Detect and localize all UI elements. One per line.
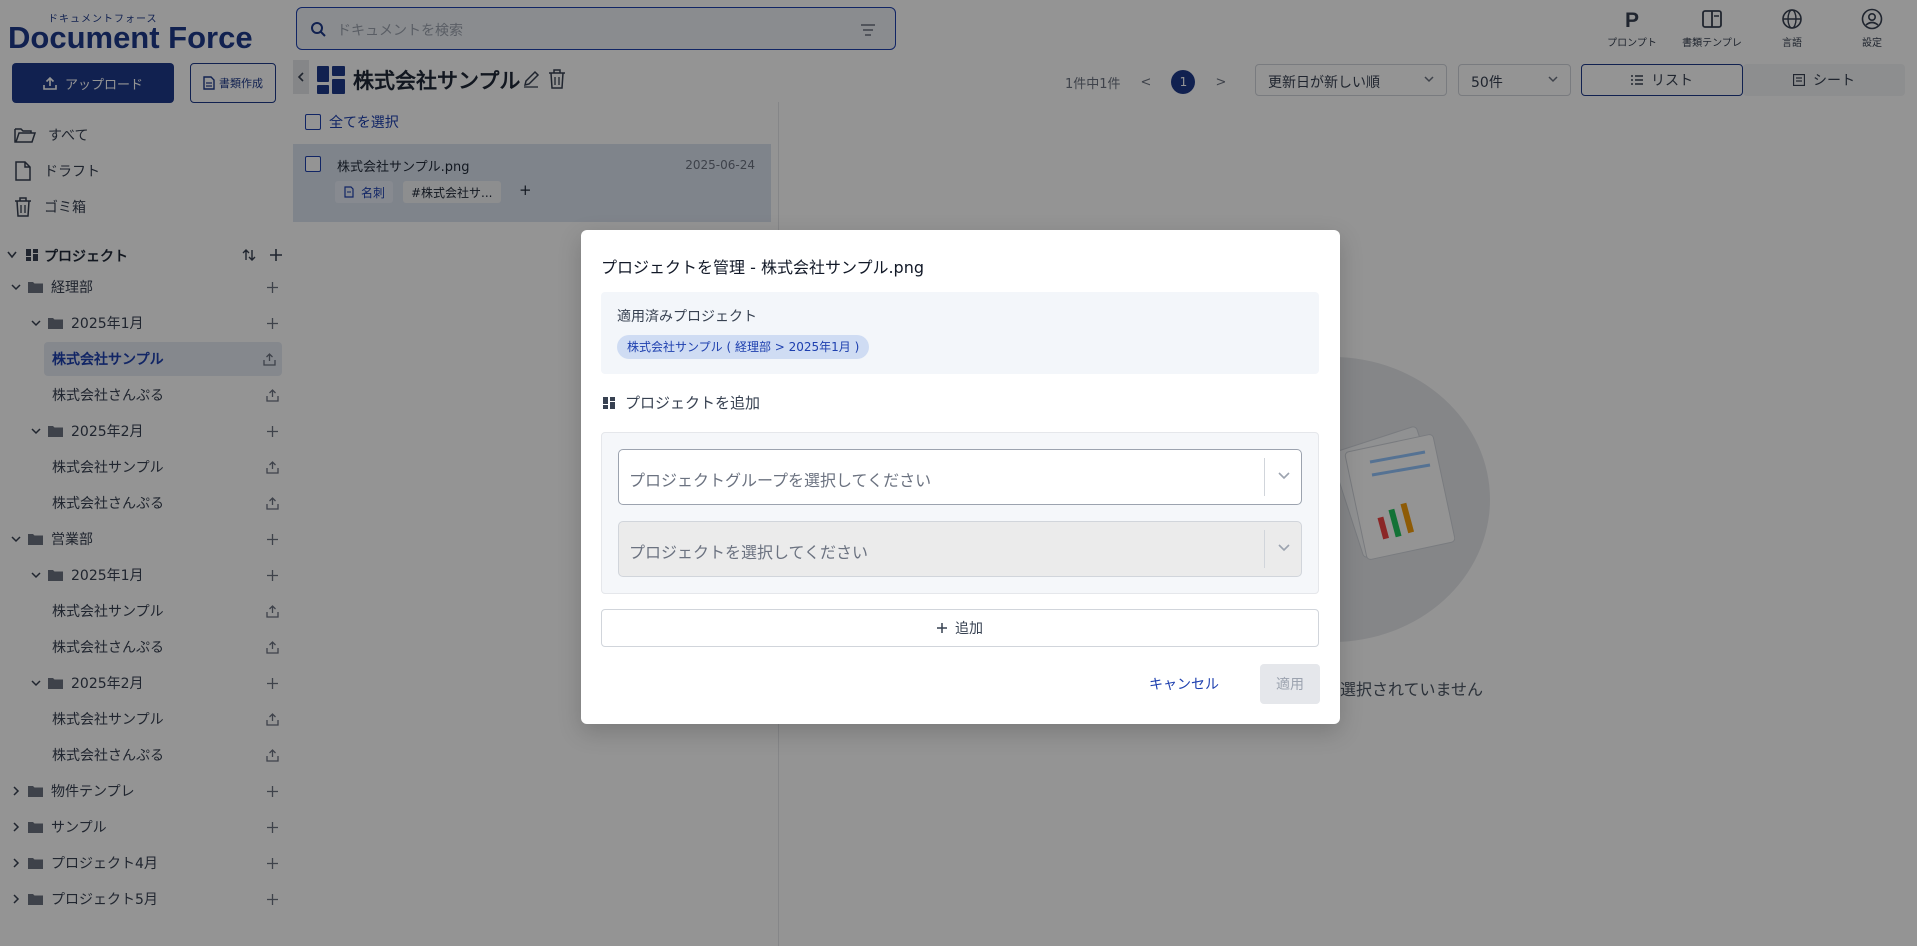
project-placeholder: プロジェクトを選択してください: [629, 543, 869, 562]
add-button-label: 追加: [955, 621, 983, 637]
project-group-select[interactable]: プロジェクトグループを選択してください: [618, 449, 1302, 505]
dashboard-icon: [603, 396, 615, 409]
applied-projects-panel: 適用済みプロジェクト 株式会社サンプル ( 経理部 > 2025年1月 ): [601, 292, 1319, 374]
apply-button[interactable]: 適用: [1260, 664, 1320, 704]
chevron-down-icon: [1278, 544, 1290, 552]
add-project-panel: プロジェクトグループを選択してください プロジェクトを選択してください: [601, 432, 1319, 594]
project-select: プロジェクトを選択してください: [618, 521, 1302, 577]
chevron-down-icon: [1278, 472, 1290, 480]
apply-button-label: 適用: [1276, 677, 1304, 693]
add-project-heading-label: プロジェクトを追加: [625, 394, 761, 412]
applied-projects-label: 適用済みプロジェクト: [617, 309, 757, 325]
manage-project-dialog: プロジェクトを管理 - 株式会社サンプル.png 適用済みプロジェクト 株式会社…: [581, 230, 1340, 724]
select-separator: [1264, 458, 1265, 496]
cancel-button[interactable]: キャンセル: [1149, 674, 1219, 694]
applied-project-chip[interactable]: 株式会社サンプル ( 経理部 > 2025年1月 ): [617, 335, 870, 359]
add-project-heading: プロジェクトを追加: [603, 392, 760, 413]
select-separator: [1264, 530, 1265, 568]
plus-icon: [937, 623, 947, 633]
dialog-title: プロジェクトを管理 - 株式会社サンプル.png: [601, 258, 925, 277]
add-button[interactable]: 追加: [601, 609, 1319, 647]
project-group-placeholder: プロジェクトグループを選択してください: [629, 471, 932, 490]
